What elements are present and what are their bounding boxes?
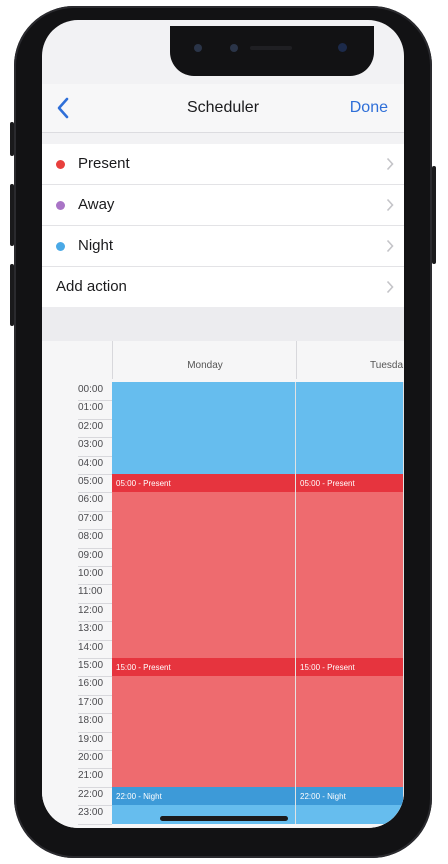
hour-divider [78, 786, 112, 788]
hour-divider [78, 529, 112, 531]
camera-icon [194, 44, 202, 52]
hour-divider [78, 400, 112, 402]
schedule-block-monday[interactable] [112, 676, 295, 787]
action-row-away[interactable]: Away [42, 185, 404, 226]
hour-label: 02:00 [78, 420, 104, 432]
event-label: 05:00 - Present [116, 479, 171, 488]
event-label: 05:00 - Present [300, 479, 355, 488]
section-divider [42, 307, 404, 341]
action-list: Present Away Night Add action [42, 144, 404, 308]
add-action-label: Add action [56, 278, 127, 295]
speaker-grille [250, 46, 292, 50]
hour-divider [78, 437, 112, 439]
hour-divider [78, 602, 112, 604]
hour-divider [78, 658, 112, 659]
volume-up-button [10, 184, 14, 246]
hour-label: 10:00 [78, 568, 104, 579]
weekly-calendar: Monday Tuesda 00:00 01:00 02:00 03:00 04:00 0… [42, 341, 404, 828]
phone-screen: Scheduler Done Present Away Night Add ac… [42, 20, 404, 828]
notch [170, 26, 374, 76]
action-row-present[interactable]: Present [42, 144, 404, 185]
chevron-right-icon [386, 280, 394, 294]
hour-label: 18:00 [78, 715, 104, 727]
calendar-header: Monday Tuesda [112, 341, 404, 379]
hour-label: 14:00 [78, 641, 104, 653]
hour-divider [78, 566, 112, 567]
hour-divider [78, 547, 112, 549]
front-camera-icon [338, 43, 347, 52]
hour-label: 09:00 [78, 549, 104, 561]
schedule-block-tuesday[interactable] [296, 492, 403, 658]
hour-label: 12:00 [78, 604, 104, 616]
hour-divider [78, 676, 112, 678]
action-label: Present [78, 155, 130, 172]
action-label: Night [78, 237, 114, 254]
hour-divider [78, 750, 112, 751]
silent-switch [10, 122, 14, 156]
event-label: 22:00 - Night [116, 791, 162, 801]
hour-label: 06:00 [78, 494, 104, 506]
hour-label: 17:00 [78, 696, 104, 708]
schedule-block-tuesday[interactable] [296, 676, 403, 787]
hour-label: 00:00 [78, 384, 104, 395]
hour-divider [78, 731, 112, 733]
sensor-icon [230, 44, 238, 52]
action-label: Away [78, 196, 115, 213]
hour-divider [78, 768, 112, 770]
navigation-bar: Scheduler Done [42, 84, 404, 133]
event-label: 22:00 - Night [300, 791, 346, 801]
hour-label: 04:00 [78, 457, 104, 469]
hour-label: 15:00 [78, 660, 104, 671]
hour-divider [78, 584, 112, 586]
hour-label: 07:00 [78, 512, 104, 524]
hour-divider [78, 510, 112, 512]
hour-divider [78, 713, 112, 715]
chevron-right-icon [386, 157, 394, 171]
schedule-block-tuesday[interactable] [296, 805, 403, 824]
away-color-dot [56, 201, 65, 210]
hour-label: 16:00 [78, 678, 104, 690]
hour-label: 23:00 [78, 807, 104, 819]
present-color-dot [56, 160, 65, 169]
day-header-monday: Monday [112, 341, 297, 379]
hour-divider [78, 474, 112, 475]
home-indicator [160, 816, 288, 821]
hour-divider [78, 492, 112, 494]
event-label: 15:00 - Present [116, 663, 171, 672]
day-label: Monday [187, 360, 223, 371]
schedule-block-monday[interactable] [112, 492, 295, 658]
volume-down-button [10, 264, 14, 326]
hour-label: 03:00 [78, 439, 104, 451]
hour-divider [78, 639, 112, 641]
hour-label: 21:00 [78, 770, 104, 782]
done-button[interactable]: Done [350, 99, 388, 117]
hour-label: 19:00 [78, 733, 104, 745]
event-label: 15:00 - Present [300, 663, 355, 672]
hour-label: 13:00 [78, 623, 104, 635]
hour-divider [78, 805, 112, 807]
schedule-block-monday[interactable] [112, 382, 295, 474]
hour-label: 20:00 [78, 752, 104, 763]
hour-label: 11:00 [78, 586, 103, 598]
hour-divider [78, 455, 112, 457]
hour-divider [78, 694, 112, 696]
day-column-divider [403, 382, 404, 824]
schedule-block-tuesday[interactable] [296, 382, 403, 474]
chevron-right-icon [386, 239, 394, 253]
hour-divider [78, 621, 112, 623]
day-label: Tuesda [370, 360, 403, 371]
hour-label: 01:00 [78, 402, 104, 414]
power-button [432, 166, 436, 264]
add-action-row[interactable]: Add action [42, 267, 404, 308]
hour-label: 08:00 [78, 531, 104, 543]
day-header-tuesday: Tuesda [296, 341, 404, 379]
hour-label: 05:00 [78, 476, 104, 487]
hour-divider [78, 418, 112, 420]
night-color-dot [56, 242, 65, 251]
chevron-right-icon [386, 198, 394, 212]
action-row-night[interactable]: Night [42, 226, 404, 267]
chevron-left-icon[interactable] [54, 94, 74, 122]
hour-divider [78, 823, 112, 825]
hour-label: 22:00 [78, 788, 104, 800]
